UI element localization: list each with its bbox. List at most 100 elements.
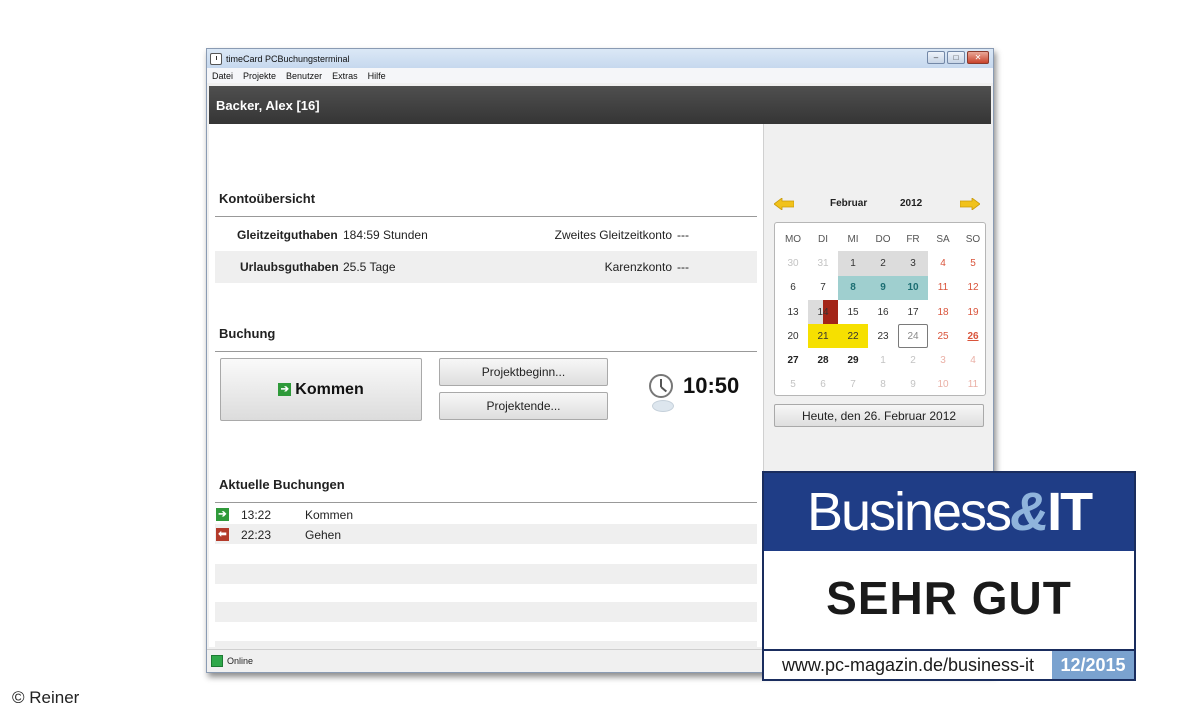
calendar-day[interactable]: 9 bbox=[898, 373, 928, 397]
calendar-day[interactable]: 30 bbox=[778, 251, 808, 275]
status-indicator bbox=[211, 655, 223, 667]
aktuelle-title: Aktuelle Buchungen bbox=[219, 477, 345, 492]
konto-right-label: Zweites Gleitzeitkonto bbox=[554, 228, 672, 242]
clock-reflection bbox=[652, 400, 674, 412]
calendar-weekday: FR bbox=[906, 233, 920, 245]
title-bar[interactable]: timeCard PCBuchungsterminal – □ ✕ bbox=[207, 49, 993, 68]
calendar-day[interactable]: 2 bbox=[898, 348, 928, 372]
kommen-label: Kommen bbox=[295, 380, 364, 398]
divider bbox=[215, 351, 757, 352]
calendar-day[interactable]: 1 bbox=[868, 348, 898, 372]
calendar-day[interactable]: 4 bbox=[928, 251, 958, 275]
window-title: timeCard PCBuchungsterminal bbox=[226, 53, 350, 64]
calendar-day[interactable]: 9 bbox=[868, 275, 898, 300]
konto-label: Gleitzeitguthaben bbox=[237, 228, 338, 242]
today-button[interactable]: Heute, den 26. Februar 2012 bbox=[774, 404, 984, 427]
calendar-day[interactable]: 7 bbox=[808, 276, 838, 300]
calendar-day[interactable]: 23 bbox=[868, 324, 898, 348]
calendar-year: 2012 bbox=[900, 198, 923, 209]
kommen-button[interactable]: ➔ Kommen bbox=[220, 358, 422, 421]
booking-row[interactable]: ⬅ 22:23 Gehen bbox=[215, 524, 757, 544]
calendar-day[interactable]: 25 bbox=[928, 324, 958, 348]
calendar-day[interactable]: 5 bbox=[958, 251, 988, 275]
calendar-day[interactable]: 6 bbox=[808, 373, 838, 397]
calendar-weekday: SA bbox=[936, 233, 950, 245]
booking-time: 13:22 bbox=[241, 508, 272, 522]
calendar-day[interactable]: 10 bbox=[928, 373, 958, 397]
calendar-day[interactable]: 17 bbox=[898, 300, 928, 324]
calendar-day[interactable]: 8 bbox=[838, 275, 868, 300]
konto-value: 25.5 Tage bbox=[343, 260, 396, 274]
close-button[interactable]: ✕ bbox=[967, 51, 989, 64]
booking-row[interactable]: ➔ 13:22 Kommen bbox=[215, 504, 757, 524]
menu-projekte[interactable]: Projekte bbox=[243, 71, 276, 81]
calendar-day[interactable]: 27 bbox=[778, 348, 808, 372]
calendar-day[interactable]: 26 bbox=[958, 324, 988, 348]
calendar-day[interactable]: 2 bbox=[868, 251, 898, 276]
calendar-day[interactable]: 8 bbox=[868, 373, 898, 397]
konto-right-label: Karenzkonto bbox=[604, 260, 672, 274]
calendar-day[interactable]: 28 bbox=[808, 348, 838, 372]
calendar-grid: MO DI MI DO FR SA SO 30 31 1 2 3 4 5 6 7 8 9 10 11 12 13 14 15 1… bbox=[778, 227, 988, 397]
calendar-day[interactable]: 24 bbox=[898, 324, 928, 349]
konto-right-value: --- bbox=[677, 260, 689, 274]
calendar-month: Februar bbox=[830, 198, 868, 209]
app-icon bbox=[210, 52, 222, 65]
menu-benutzer[interactable]: Benutzer bbox=[286, 71, 322, 81]
calendar-day[interactable]: 1 bbox=[838, 251, 868, 276]
menu-datei[interactable]: Datei bbox=[212, 71, 233, 81]
calendar-day[interactable]: 14 bbox=[808, 299, 838, 325]
calendar-day[interactable]: 6 bbox=[778, 276, 808, 300]
calendar-day[interactable]: 3 bbox=[928, 348, 958, 372]
calendar-weekday: MO bbox=[784, 233, 802, 245]
arrow-in-icon: ➔ bbox=[278, 383, 292, 396]
minimize-button[interactable]: – bbox=[927, 51, 945, 64]
calendar-day[interactable]: 15 bbox=[838, 300, 868, 324]
calendar-day[interactable]: 11 bbox=[958, 373, 988, 397]
arrow-left-icon[interactable] bbox=[774, 198, 794, 210]
image-credit: © Reiner bbox=[12, 688, 80, 707]
badge-rating: SEHR GUT bbox=[826, 572, 1072, 624]
arrow-out-icon: ⬅ bbox=[216, 528, 229, 541]
booking-row-empty bbox=[215, 564, 757, 584]
badge-header: Business & IT bbox=[764, 473, 1134, 551]
calendar-day[interactable]: 18 bbox=[928, 300, 958, 324]
calendar-day[interactable]: 5 bbox=[778, 373, 808, 397]
konto-value: 184:59 Stunden bbox=[343, 228, 428, 242]
calendar-weekday: DI bbox=[818, 233, 828, 245]
calendar-weekday: DO bbox=[875, 233, 891, 245]
clock-icon bbox=[649, 374, 673, 398]
calendar-day[interactable]: 16 bbox=[868, 300, 898, 324]
projektende-button[interactable]: Projektende... bbox=[439, 392, 608, 420]
user-name: Backer, Alex [16] bbox=[216, 97, 320, 113]
buchung-title: Buchung bbox=[219, 326, 276, 341]
projektbeginn-button[interactable]: Projektbeginn... bbox=[439, 358, 608, 386]
calendar-day[interactable]: 22 bbox=[838, 324, 868, 349]
calendar-day[interactable]: 21 bbox=[808, 324, 838, 349]
calendar-day[interactable]: 12 bbox=[958, 276, 988, 300]
menu-hilfe[interactable]: Hilfe bbox=[368, 71, 386, 81]
arrow-right-icon[interactable] bbox=[960, 198, 980, 210]
calendar-day[interactable]: 31 bbox=[808, 251, 838, 275]
stage: timeCard PCBuchungsterminal – □ ✕ Datei … bbox=[0, 0, 1200, 720]
calendar-day[interactable]: 11 bbox=[928, 276, 958, 300]
calendar-day[interactable]: 29 bbox=[838, 348, 868, 372]
menu-bar: Datei Projekte Benutzer Extras Hilfe bbox=[207, 68, 993, 83]
booking-row-empty bbox=[215, 641, 757, 647]
calendar-day[interactable]: 10 bbox=[898, 275, 928, 300]
calendar-day[interactable]: 19 bbox=[958, 300, 988, 324]
maximize-button[interactable]: □ bbox=[947, 51, 965, 64]
badge-issue: 12/2015 bbox=[1052, 651, 1134, 679]
konto-row: Urlaubsguthaben 25.5 Tage Karenzkonto --… bbox=[215, 251, 757, 283]
current-time: 10:50 bbox=[683, 373, 740, 398]
calendar-day[interactable]: 13 bbox=[778, 300, 808, 324]
user-header: Backer, Alex [16] bbox=[209, 86, 991, 124]
calendar-day[interactable]: 4 bbox=[958, 348, 988, 372]
konto-right-value: --- bbox=[677, 228, 689, 242]
konto-title: Kontoübersicht bbox=[219, 191, 316, 206]
calendar-day[interactable]: 3 bbox=[898, 251, 928, 276]
calendar-day[interactable]: 20 bbox=[778, 324, 808, 348]
menu-extras[interactable]: Extras bbox=[332, 71, 358, 81]
calendar-day[interactable]: 7 bbox=[838, 373, 868, 397]
badge-url: www.pc-magazin.de/business-it bbox=[764, 651, 1052, 679]
